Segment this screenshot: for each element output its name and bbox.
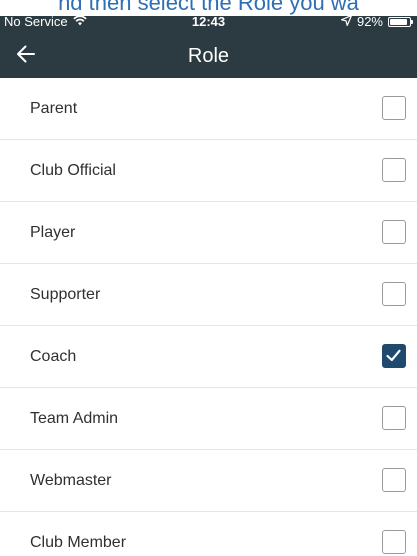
role-label: Club Member: [30, 534, 127, 551]
role-option-team-admin[interactable]: Team Admin: [0, 388, 417, 450]
role-option-player[interactable]: Player: [0, 202, 417, 264]
checkbox-unchecked[interactable]: [382, 282, 406, 306]
nav-row: Role: [0, 34, 417, 78]
role-label: Parent: [30, 100, 78, 117]
checkbox-unchecked[interactable]: [382, 220, 406, 244]
battery-icon: [388, 16, 413, 27]
role-option-club-member[interactable]: Club Member: [0, 512, 417, 556]
back-button[interactable]: [0, 34, 52, 78]
page-title: Role: [187, 45, 230, 67]
role-label: Webmaster: [30, 472, 112, 489]
role-screen: nd then select the Role you wa No Servic…: [0, 0, 417, 556]
location-arrow-icon: [340, 14, 353, 29]
checkbox-checked[interactable]: [382, 344, 406, 368]
instruction-caption: nd then select the Role you wa: [0, 0, 417, 16]
checkbox-unchecked[interactable]: [382, 468, 406, 492]
role-option-parent[interactable]: Parent: [0, 78, 417, 140]
role-option-webmaster[interactable]: Webmaster: [0, 450, 417, 512]
role-option-supporter[interactable]: Supporter: [0, 264, 417, 326]
role-label: Supporter: [30, 286, 101, 303]
role-label: Player: [30, 224, 76, 241]
checkbox-unchecked[interactable]: [382, 158, 406, 182]
battery-percent: 92%: [356, 14, 383, 29]
role-list: Parent Club Official Player Supporter Coach T…: [0, 78, 417, 556]
battery-level-fill: [390, 18, 408, 25]
role-label: Club Official: [30, 162, 116, 179]
status-right: 92%: [340, 14, 413, 29]
checkbox-unchecked[interactable]: [382, 530, 406, 554]
role-label: Team Admin: [30, 410, 119, 427]
checkbox-unchecked[interactable]: [382, 406, 406, 430]
checkmark-icon: [386, 349, 401, 362]
arrow-left-icon: [16, 45, 36, 68]
role-option-club-official[interactable]: Club Official: [0, 140, 417, 202]
checkbox-unchecked[interactable]: [382, 96, 406, 120]
role-option-coach[interactable]: Coach: [0, 326, 417, 388]
role-label: Coach: [30, 348, 77, 365]
